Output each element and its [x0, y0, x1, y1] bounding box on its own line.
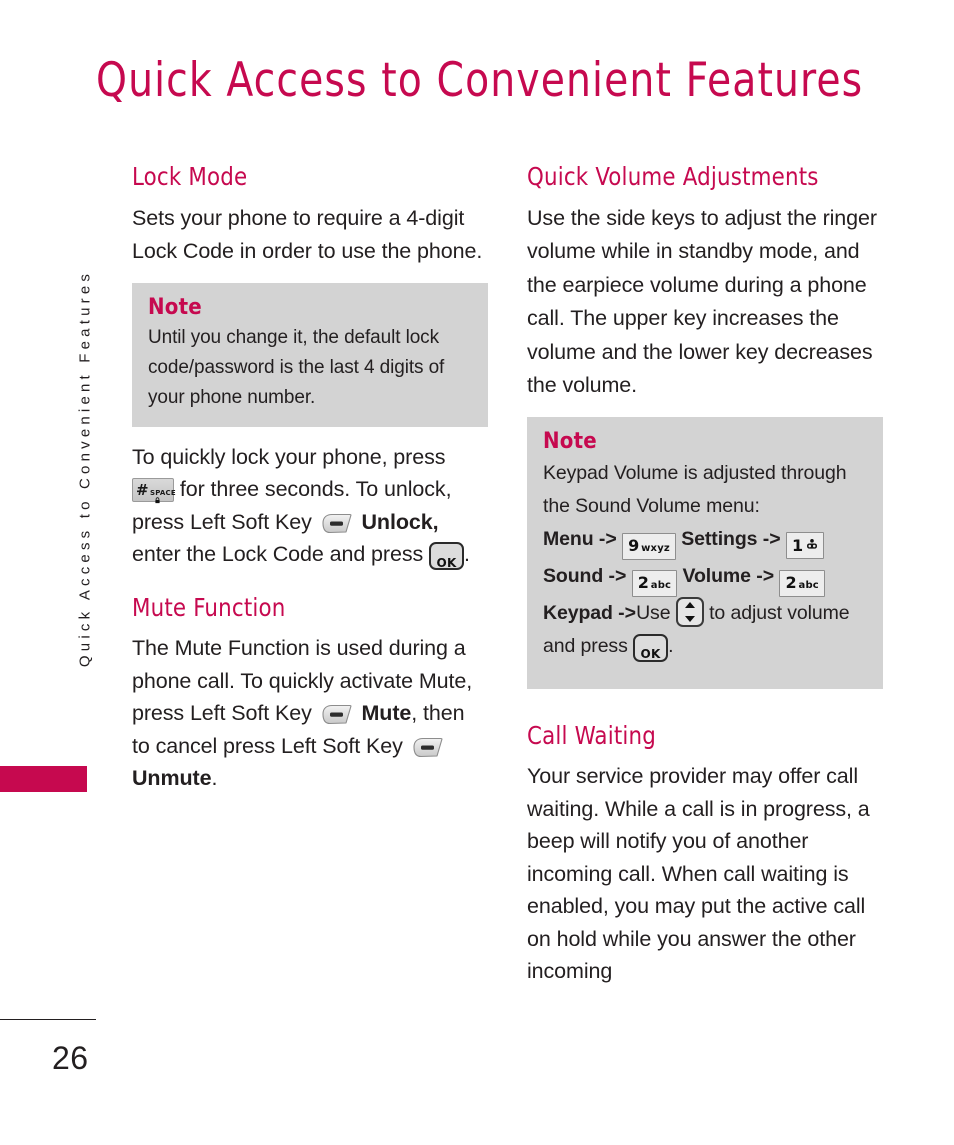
ok-key-label: OK: [640, 646, 661, 661]
step-use: Use: [636, 601, 671, 624]
note-box-keypad-volume: Note Keypad Volume is adjusted through t…: [527, 416, 883, 689]
section-thumb-tab: [0, 766, 87, 792]
mute-function-body: The Mute Function is used during a phone…: [132, 632, 488, 795]
ok-key-label: OK: [436, 556, 457, 570]
page-title: Quick Access to Convenient Features: [96, 53, 864, 108]
left-soft-key-icon: [411, 736, 445, 759]
quick-volume-body: Use the side keys to adjust the ringer v…: [527, 205, 877, 398]
call-waiting-body: Your service provider may offer call wai…: [527, 764, 870, 983]
arrow-2: ->: [762, 527, 781, 550]
instr-part4: .: [464, 542, 470, 566]
instr-part3: enter the Lock Code and press: [132, 542, 424, 566]
instr-part1: To quickly lock your phone, press: [132, 444, 446, 469]
key-1-voicemail-icon: 1: [785, 531, 824, 559]
hash-space-key-icon: # SPACE: [132, 478, 176, 504]
heading-quick-volume-adjustments: Quick Volume Adjustments: [527, 162, 819, 191]
folio-rule: [0, 1019, 96, 1020]
instr-bold-unlock: Unlock,: [361, 509, 439, 534]
note-title: Note: [543, 428, 597, 454]
note-box-lock-mode: Note Until you change it, the default lo…: [132, 282, 488, 427]
note-title: Note: [148, 294, 202, 320]
lock-mode-body: Sets your phone to require a 4-digit Loc…: [132, 205, 483, 264]
step-period: .: [668, 634, 674, 657]
step-menu: Menu: [543, 527, 594, 550]
arrow-1: ->: [598, 527, 617, 550]
lock-icon: [154, 481, 161, 504]
voicemail-icon: [806, 533, 818, 556]
up-down-nav-key-icon: [675, 596, 704, 627]
step-keypad: Keypad: [543, 601, 613, 624]
key-2a-letters: abc: [650, 579, 672, 591]
heading-mute-function: Mute Function: [132, 592, 286, 622]
key-1-digit: 1: [791, 535, 803, 555]
note-body: Until you change it, the default lock co…: [148, 326, 445, 408]
step-settings: Settings: [681, 527, 758, 550]
key-9-digit: 9: [628, 535, 640, 555]
left-soft-key-icon: [320, 703, 354, 726]
key-2a-digit: 2: [637, 572, 649, 592]
step-sound: Sound: [543, 564, 604, 587]
note-line1: Keypad Volume is adjusted through the So…: [543, 461, 847, 517]
key-2-abc-icon: 2 abc: [631, 569, 678, 597]
vertical-running-head: Quick Access to Convenient Features: [76, 269, 94, 668]
arrow-5: ->: [618, 601, 637, 624]
key-9-letters: wxyz: [641, 542, 670, 554]
heading-call-waiting: Call Waiting: [527, 720, 657, 750]
left-soft-key-icon: [320, 512, 354, 535]
arrow-3: ->: [608, 564, 627, 587]
arrow-4: ->: [756, 564, 775, 587]
lock-mode-instructions: To quickly lock your phone, press # SPAC…: [132, 441, 488, 571]
hash-glyph: #: [136, 481, 149, 499]
manual-page: Quick Access to Convenient Features Quic…: [0, 0, 954, 1145]
left-column: Lock Mode Sets your phone to require a 4…: [132, 162, 488, 795]
page-number: 26: [52, 1040, 89, 1076]
key-2b-letters: abc: [798, 579, 819, 591]
mute-bold-mute: Mute: [361, 701, 412, 725]
step-volume: Volume: [682, 564, 751, 587]
mute-part3: .: [211, 766, 218, 790]
key-9-wxyz-icon: 9 wxyz: [622, 532, 676, 560]
mute-bold-unmute: Unmute: [132, 766, 212, 790]
right-column: Quick Volume Adjustments Use the side ke…: [527, 162, 883, 988]
note-body: Keypad Volume is adjusted through the So…: [543, 457, 867, 663]
heading-lock-mode: Lock Mode: [132, 162, 248, 191]
space-label: SPACE: [150, 489, 176, 497]
down-arrow-icon: [684, 615, 695, 622]
key-2b-digit: 2: [785, 572, 797, 592]
ok-key-icon: OK: [633, 633, 669, 662]
up-arrow-icon: [684, 601, 695, 608]
key-2-abc-icon: 2 abc: [779, 569, 825, 597]
ok-key-icon: OK: [429, 542, 464, 570]
